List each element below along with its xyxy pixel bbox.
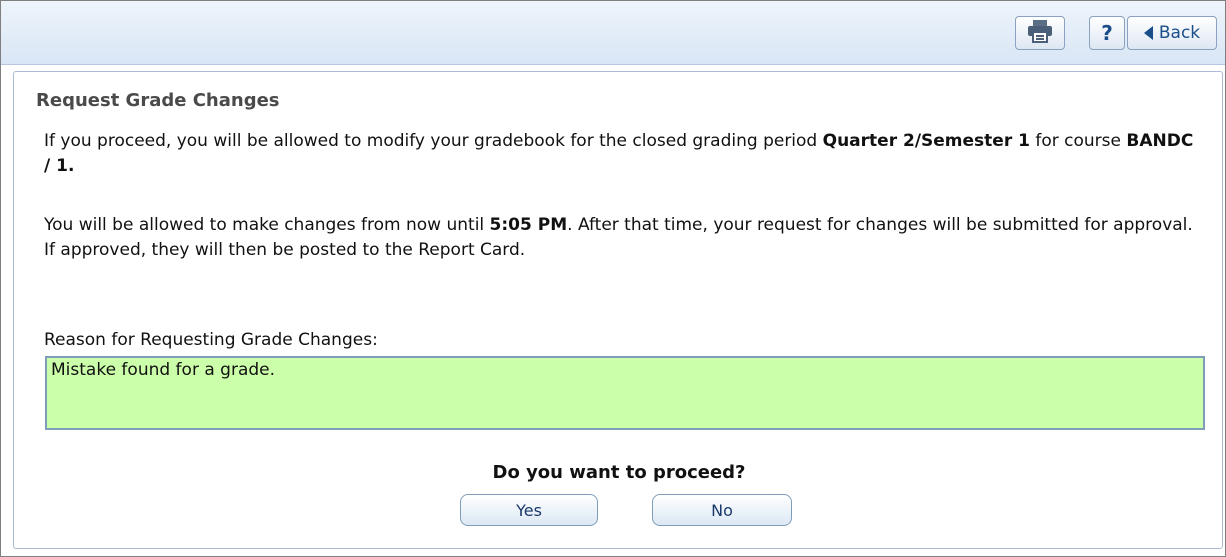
help-icon: ?: [1101, 21, 1113, 45]
yes-button[interactable]: Yes: [460, 494, 598, 526]
proceed-question: Do you want to proceed?: [492, 462, 746, 483]
printer-icon: [1027, 19, 1053, 47]
no-button[interactable]: No: [652, 494, 792, 526]
toolbar: ? Back: [1, 1, 1225, 65]
panel-title: Request Grade Changes: [36, 90, 280, 111]
back-button[interactable]: Back: [1127, 16, 1217, 50]
period-text-b: for course: [1029, 131, 1127, 151]
reason-input[interactable]: Mistake found for a grade.: [45, 356, 1205, 430]
back-button-content: Back: [1143, 23, 1201, 43]
deadline-text-a: You will be allowed to make changes from…: [44, 215, 490, 235]
back-button-label: Back: [1158, 23, 1201, 43]
request-grade-changes-panel: Request Grade Changes If you proceed, yo…: [13, 71, 1223, 549]
page-frame: ? Back Request Grade Changes If you proc…: [0, 0, 1226, 557]
deadline-time: 5:05 PM: [489, 215, 568, 235]
help-button[interactable]: ?: [1089, 16, 1125, 50]
print-button[interactable]: [1015, 16, 1065, 50]
deadline-description: You will be allowed to make changes from…: [44, 213, 1204, 263]
reason-label: Reason for Requesting Grade Changes:: [44, 330, 378, 350]
grading-period: Quarter 2/Semester 1: [822, 131, 1030, 151]
back-arrow-icon: [1143, 26, 1153, 40]
period-description: If you proceed, you will be allowed to m…: [44, 129, 1204, 179]
period-text-a: If you proceed, you will be allowed to m…: [44, 131, 823, 151]
